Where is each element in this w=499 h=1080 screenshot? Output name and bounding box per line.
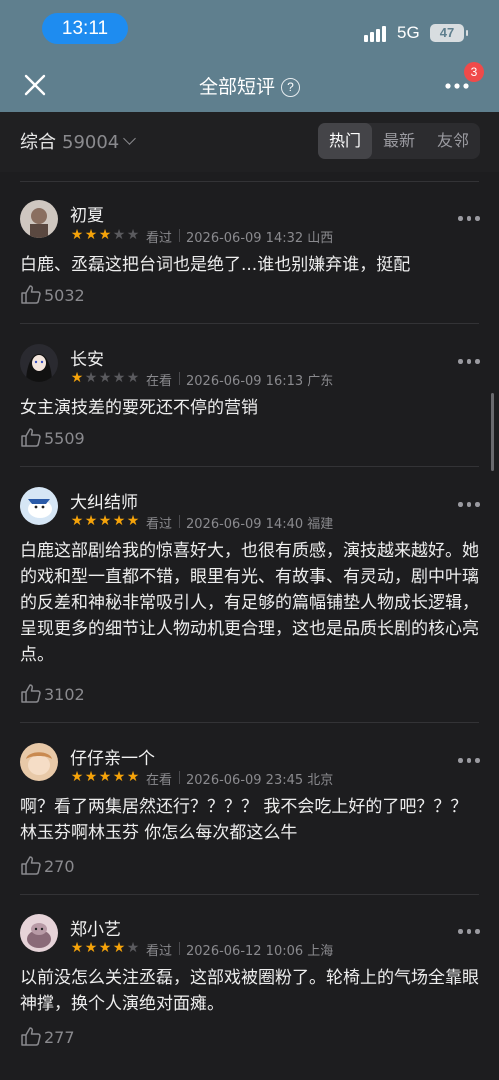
review-meta: 2026-06-09 16:13 广东 xyxy=(178,370,333,389)
status-time: 13:11 xyxy=(42,13,128,44)
star-rating: ★★★★★ xyxy=(70,371,142,385)
star-filled-icon: ★ xyxy=(112,513,126,529)
star-empty-icon: ★ xyxy=(126,370,140,386)
star-filled-icon: ★ xyxy=(98,227,112,243)
tab-group: 热门 最新 友邻 xyxy=(318,123,480,159)
review-more-button[interactable] xyxy=(458,502,480,508)
star-filled-icon: ★ xyxy=(70,769,84,785)
star-rating: ★★★★★ xyxy=(70,770,142,784)
username[interactable]: 仔仔亲一个 xyxy=(70,744,155,769)
tab-friends[interactable]: 友邻 xyxy=(426,123,480,159)
help-circle-icon[interactable]: ? xyxy=(281,78,300,97)
star-empty-icon: ★ xyxy=(112,227,126,243)
tab-hot[interactable]: 热门 xyxy=(318,123,372,159)
avatar[interactable] xyxy=(20,200,58,238)
username[interactable]: 大纠结师 xyxy=(70,488,138,513)
notification-badge: 3 xyxy=(464,62,484,82)
review-more-button[interactable] xyxy=(458,929,480,935)
review-text: 白鹿、丞磊这把台词也是绝了...谁也别嫌弃谁，挺配 xyxy=(20,255,411,275)
chevron-down-icon xyxy=(123,132,137,145)
watch-status: 看过 xyxy=(146,231,173,246)
star-filled-icon: ★ xyxy=(70,940,84,956)
avatar[interactable] xyxy=(20,487,58,525)
review-more-button[interactable] xyxy=(458,758,480,764)
star-empty-icon: ★ xyxy=(98,370,112,386)
star-filled-icon: ★ xyxy=(70,513,84,529)
sort-label: 综合 xyxy=(20,132,56,153)
star-empty-icon: ★ xyxy=(126,940,140,956)
network-label: 5G xyxy=(397,23,420,42)
thumbs-up-icon xyxy=(21,285,41,304)
watch-status: 看过 xyxy=(146,517,173,532)
star-filled-icon: ★ xyxy=(98,940,112,956)
review-text: 白鹿这部剧给我的惊喜好大，也很有质感，演技越来越好。她的戏和型一直都不错，眼里有… xyxy=(20,541,479,665)
avatar[interactable] xyxy=(20,344,58,382)
watch-status: 在看 xyxy=(146,773,173,788)
star-empty-icon: ★ xyxy=(84,370,98,386)
review-meta: 2026-06-12 10:06 上海 xyxy=(178,940,333,959)
star-empty-icon: ★ xyxy=(126,227,140,243)
page-title-text: 全部短评 xyxy=(198,76,275,98)
like-count: 277 xyxy=(44,1028,75,1047)
star-filled-icon: ★ xyxy=(84,227,98,243)
like-count: 5509 xyxy=(44,429,85,448)
review-text: 啊？看了两集居然还行？？？？ 我不会吃上好的了吧？？？ 林玉芬啊林玉芬 你怎么每… xyxy=(20,797,468,843)
page-title: 全部短评? xyxy=(0,72,499,99)
review-meta: 2026-06-09 23:45 北京 xyxy=(178,769,333,788)
tab-latest[interactable]: 最新 xyxy=(372,123,426,159)
star-filled-icon: ★ xyxy=(112,769,126,785)
star-empty-icon: ★ xyxy=(112,370,126,386)
star-filled-icon: ★ xyxy=(70,370,84,386)
like-button[interactable]: 3102 xyxy=(20,683,85,705)
star-filled-icon: ★ xyxy=(84,940,98,956)
like-count: 3102 xyxy=(44,685,85,704)
watch-status: 在看 xyxy=(146,374,173,389)
signal-icon xyxy=(364,26,390,42)
star-filled-icon: ★ xyxy=(84,513,98,529)
divider xyxy=(20,894,479,895)
divider xyxy=(20,323,479,324)
divider xyxy=(20,181,479,182)
like-button[interactable]: 270 xyxy=(20,855,75,877)
username[interactable]: 初夏 xyxy=(70,201,104,226)
thumbs-up-icon xyxy=(21,856,41,875)
divider xyxy=(20,466,479,467)
review-text: 女主演技差的要死还不停的营销 xyxy=(20,398,258,418)
like-count: 5032 xyxy=(44,286,85,305)
battery-icon: 47 xyxy=(430,24,468,42)
like-count: 270 xyxy=(44,857,75,876)
thumbs-up-icon xyxy=(21,428,41,447)
review-count: 59004 xyxy=(62,132,120,153)
review-more-button[interactable] xyxy=(458,216,480,222)
star-filled-icon: ★ xyxy=(126,769,140,785)
star-filled-icon: ★ xyxy=(98,769,112,785)
like-button[interactable]: 5509 xyxy=(20,427,85,449)
star-rating: ★★★★★ xyxy=(70,941,142,955)
thumbs-up-icon xyxy=(21,684,41,703)
review-meta: 2026-06-09 14:40 福建 xyxy=(178,513,333,532)
thumbs-up-icon xyxy=(21,1027,41,1046)
review-text: 以前没怎么关注丞磊，这部戏被圈粉了。轮椅上的气场全靠眼神撑，换个人演绝对面瘫。 xyxy=(20,968,479,1014)
star-filled-icon: ★ xyxy=(98,513,112,529)
avatar[interactable] xyxy=(20,914,58,952)
like-button[interactable]: 5032 xyxy=(20,284,85,306)
star-filled-icon: ★ xyxy=(126,513,140,529)
sort-dropdown[interactable]: 综合 59004 xyxy=(20,128,137,154)
review-meta: 2026-06-09 14:32 山西 xyxy=(178,227,333,246)
star-filled-icon: ★ xyxy=(84,769,98,785)
review-more-button[interactable] xyxy=(458,359,480,365)
avatar[interactable] xyxy=(20,743,58,781)
username[interactable]: 长安 xyxy=(70,345,104,370)
star-rating: ★★★★★ xyxy=(70,514,142,528)
star-filled-icon: ★ xyxy=(112,940,126,956)
username[interactable]: 郑小艺 xyxy=(70,915,121,940)
scrollbar[interactable] xyxy=(491,393,494,471)
like-button[interactable]: 277 xyxy=(20,1026,75,1048)
star-filled-icon: ★ xyxy=(70,227,84,243)
star-rating: ★★★★★ xyxy=(70,228,142,242)
divider xyxy=(20,722,479,723)
watch-status: 看过 xyxy=(146,944,173,959)
